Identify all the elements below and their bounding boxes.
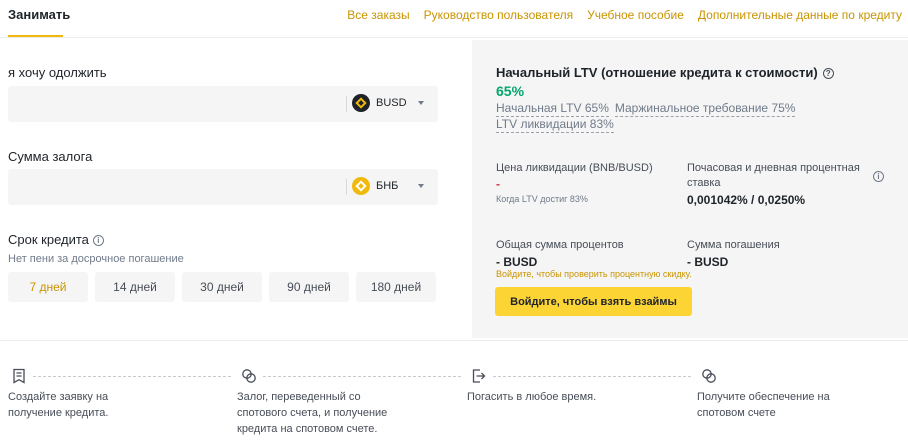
total-interest-value: - BUSD: [496, 255, 538, 269]
term-option-14[interactable]: 14 дней: [95, 272, 175, 302]
link-tutorial[interactable]: Учебное пособие: [587, 8, 684, 22]
collateral-label: Сумма залога: [8, 149, 93, 164]
question-icon[interactable]: ?: [822, 68, 834, 79]
collateral-icon: [242, 369, 256, 383]
top-links: Все заказы Руководство пользователя Учеб…: [347, 8, 902, 22]
step-4-line-2: спотовом счете: [697, 407, 776, 419]
step-2-line-1: Залог, переведенный со: [237, 391, 361, 403]
bnb-coin-icon: [352, 177, 370, 195]
link-loan-data[interactable]: Дополнительные данные по кредиту: [698, 8, 902, 22]
step-2-text: Залог, переведенный со спотового счета, …: [237, 389, 387, 437]
collateral-amount-input[interactable]: БНБ: [8, 169, 438, 205]
login-discount-note[interactable]: Войдите, чтобы проверить процентную скид…: [496, 269, 692, 279]
liq-price-note: Когда LTV достиг 83%: [496, 194, 588, 204]
term-option-90[interactable]: 90 дней: [269, 272, 349, 302]
field-divider: [346, 96, 347, 112]
step-connector: [493, 376, 691, 377]
field-divider: [346, 179, 347, 195]
ltv-initial[interactable]: Начальная LTV 65%: [496, 101, 609, 117]
repay-value: - BUSD: [687, 255, 729, 269]
term-option-180[interactable]: 180 дней: [356, 272, 436, 302]
application-icon: [13, 368, 25, 384]
link-all-orders[interactable]: Все заказы: [347, 8, 409, 22]
tab-borrow[interactable]: Занимать: [8, 7, 70, 22]
repay-label: Сумма погашения: [687, 239, 780, 251]
term-label: Срок кредита i: [8, 232, 104, 247]
ltv-title: Начальный LTV (отношение кредита к стоим…: [496, 65, 834, 80]
busd-coin-icon: [352, 94, 370, 112]
ltv-liquidation[interactable]: LTV ликвидации 83%: [496, 117, 614, 133]
step-1-line-1: Создайте заявку на: [8, 391, 109, 403]
ltv-value: 65%: [496, 83, 525, 99]
term-options: 7 дней 14 дней 30 дней 90 дней 180 дней: [8, 272, 436, 302]
info-icon[interactable]: i: [92, 235, 104, 246]
term-option-30[interactable]: 30 дней: [182, 272, 262, 302]
step-4-line-1: Получите обеспечение на: [697, 391, 830, 403]
total-interest-label: Общая сумма процентов: [496, 239, 624, 251]
step-3-text: Погасить в любое время.: [467, 389, 596, 405]
section-divider: [0, 340, 908, 341]
info-icon[interactable]: i: [873, 171, 884, 182]
ltv-meta: Начальная LTV 65% Маржинальное требование…: [496, 101, 826, 133]
loan-summary-panel: Начальный LTV (отношение кредита к стоим…: [472, 40, 908, 338]
term-option-7[interactable]: 7 дней: [8, 272, 88, 302]
ltv-margin-call[interactable]: Маржинальное требование 75%: [614, 101, 796, 117]
step-1-line-2: получение кредита.: [8, 407, 109, 419]
chevron-down-icon[interactable]: [418, 101, 424, 105]
login-to-borrow-button[interactable]: Войдите, чтобы взять взаймы: [495, 287, 692, 316]
step-3-line-1: Погасить в любое время.: [467, 391, 597, 403]
step-connector: [263, 376, 461, 377]
step-connector: [33, 376, 231, 377]
step-1-text: Создайте заявку на получение кредита.: [8, 389, 108, 421]
chevron-down-icon[interactable]: [418, 184, 424, 188]
borrow-coin-name[interactable]: BUSD: [376, 97, 407, 109]
liq-price-label: Цена ликвидации (BNB/BUSD): [496, 162, 653, 174]
borrow-amount-input[interactable]: BUSD: [8, 86, 438, 122]
receive-collateral-icon: [702, 369, 716, 383]
repay-icon: [472, 369, 486, 383]
step-4-text: Получите обеспечение на спотовом счете: [697, 389, 830, 421]
rate-label: Почасовая и дневная процентная ставка: [687, 162, 860, 189]
collateral-coin-name[interactable]: БНБ: [376, 180, 398, 192]
rate-value: 0,001042% / 0,0250%: [687, 193, 806, 207]
liq-price-value: -: [496, 177, 500, 191]
step-2-line-2: спотового счета, и получение: [237, 407, 388, 419]
tab-active-underline: [8, 35, 63, 37]
step-2-line-3: кредита на спотовом счете.: [237, 423, 378, 435]
link-user-guide[interactable]: Руководство пользователя: [424, 8, 573, 22]
term-hint: Нет пени за досрочное погашение: [8, 253, 184, 265]
ltv-title-text: Начальный LTV (отношение кредита к стоим…: [496, 65, 818, 80]
term-label-text: Срок кредита: [8, 232, 89, 247]
borrow-label: я хочу одолжить: [8, 65, 107, 80]
rate-info[interactable]: i: [869, 167, 884, 185]
top-bar: Занимать Все заказы Руководство пользова…: [0, 0, 908, 38]
